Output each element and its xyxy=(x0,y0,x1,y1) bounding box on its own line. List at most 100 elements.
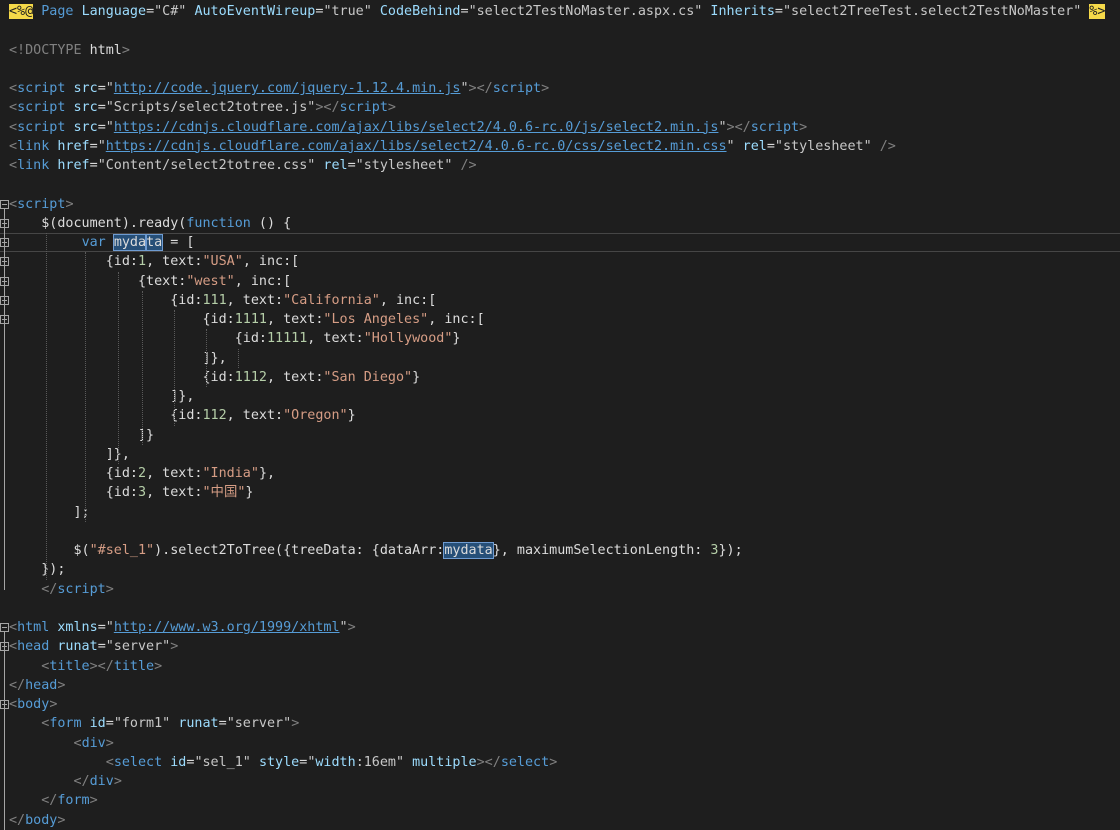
code-token: ]} xyxy=(9,427,155,443)
code-line[interactable]: {id:2, text:"India"}, xyxy=(0,464,1120,483)
code-line[interactable]: <form id="form1" runat="server"> xyxy=(0,714,1120,733)
code-token: > xyxy=(170,639,179,655)
code-line-text: ]; xyxy=(9,503,89,522)
code-token: "form1" xyxy=(113,716,171,732)
code-line[interactable]: </div> xyxy=(0,772,1120,791)
indent-guide xyxy=(238,348,240,368)
code-line[interactable]: {id:1112, text:"San Diego"} xyxy=(0,368,1120,387)
code-token: = xyxy=(97,81,106,96)
code-line[interactable]: var mydata = [ xyxy=(0,233,1120,253)
code-token: select xyxy=(500,754,550,770)
code-token: , text: xyxy=(226,292,284,308)
code-line[interactable]: $(document).ready(function () { xyxy=(0,214,1120,233)
code-line[interactable]: {id:112, text:"Oregon"} xyxy=(0,406,1120,425)
code-line[interactable]: <html xmlns="http://www.w3.org/1999/xhtm… xyxy=(0,618,1120,637)
code-token: body xyxy=(17,697,50,712)
code-token: , text: xyxy=(307,331,364,347)
code-token: href xyxy=(57,158,90,173)
code-line-text: {id:11111, text:"Hollywood"} xyxy=(9,329,461,348)
code-token: = xyxy=(146,4,155,19)
code-line[interactable]: ]}, xyxy=(0,387,1120,406)
code-line[interactable]: <link href="https://cdnjs.cloudflare.com… xyxy=(0,137,1120,156)
code-line[interactable]: {id:3, text:"中国"} xyxy=(0,483,1120,502)
code-token: < xyxy=(9,158,18,173)
code-line[interactable]: {id:1111, text:"Los Angeles", inc:[ xyxy=(0,310,1120,329)
code-line-text: <%@ Page Language="C#" AutoEventWireup="… xyxy=(9,2,1106,21)
code-line[interactable]: <select id="sel_1" style="width:16em" mu… xyxy=(0,753,1120,772)
code-token: "server" xyxy=(226,716,292,732)
code-line-text: <form id="form1" runat="server"> xyxy=(9,714,299,733)
code-token: < xyxy=(9,81,18,96)
code-line[interactable]: $("#sel_1").select2ToTree({treeData: {da… xyxy=(0,541,1120,560)
code-line[interactable]: </head> xyxy=(0,676,1120,695)
code-line-text: var mydata = [ xyxy=(9,234,194,251)
collapse-icon[interactable] xyxy=(0,199,9,209)
code-line[interactable]: ]}, xyxy=(0,349,1120,368)
code-line[interactable]: <head runat="server"> xyxy=(0,637,1120,656)
indent-guide xyxy=(117,271,119,464)
code-token: form xyxy=(49,716,82,732)
code-token: > xyxy=(113,774,122,789)
code-line-text: <script src="https://cdnjs.cloudflare.co… xyxy=(9,118,807,137)
code-token: ></ xyxy=(726,119,751,135)
code-token: CodeBehind xyxy=(379,4,461,19)
code-token: 3 xyxy=(138,485,147,501)
code-line[interactable]: {text:"west", inc:[ xyxy=(0,272,1120,291)
collapse-icon[interactable] xyxy=(0,623,9,632)
code-line[interactable]: <link href="Content/select2totree.css" r… xyxy=(0,156,1120,175)
code-token: div xyxy=(89,774,114,789)
code-line[interactable]: ]} xyxy=(0,426,1120,445)
highlighted-symbol: myda xyxy=(112,234,148,251)
code-line[interactable]: <script src="Scripts/select2totree.js"><… xyxy=(0,98,1120,117)
code-token: , text: xyxy=(146,466,203,481)
code-line[interactable]: <!DOCTYPE html> xyxy=(0,41,1120,60)
code-token: < xyxy=(9,138,18,154)
code-token: ]}, xyxy=(9,446,130,462)
code-line[interactable] xyxy=(0,21,1120,40)
code-line[interactable]: </body> xyxy=(0,811,1120,830)
code-line[interactable]: }); xyxy=(0,560,1120,579)
code-line[interactable]: </form> xyxy=(0,791,1120,810)
code-token: 112 xyxy=(202,408,227,424)
code-line[interactable]: <script> xyxy=(0,195,1120,214)
code-token: > xyxy=(65,196,74,212)
code-line[interactable]: {id:11111, text:"Hollywood"} xyxy=(0,329,1120,348)
code-token: "Scripts/select2totree.js" xyxy=(105,100,316,116)
code-line[interactable]: {id:1, text:"USA", inc:[ xyxy=(0,252,1120,271)
code-token: < xyxy=(9,196,18,212)
code-line[interactable]: <div> xyxy=(0,734,1120,753)
code-line-text: ]}, xyxy=(9,445,130,464)
code-line[interactable] xyxy=(0,522,1120,541)
code-line[interactable]: ]; xyxy=(0,503,1120,522)
code-token: < xyxy=(73,735,82,751)
code-line[interactable]: ]}, xyxy=(0,445,1120,464)
code-token: {text: xyxy=(9,273,187,289)
code-line[interactable]: <title></title> xyxy=(0,657,1120,676)
code-line[interactable]: <body> xyxy=(0,695,1120,714)
code-token: , text: xyxy=(146,485,203,501)
code-line[interactable]: </script> xyxy=(0,580,1120,599)
code-token: , text: xyxy=(226,408,284,424)
code-line[interactable]: {id:111, text:"California", inc:[ xyxy=(0,291,1120,310)
code-line[interactable]: <script src="http://code.jquery.com/jque… xyxy=(0,79,1120,98)
code-line-text: {id:1, text:"USA", inc:[ xyxy=(9,252,300,271)
code-line[interactable] xyxy=(0,175,1120,194)
code-line-text: {text:"west", inc:[ xyxy=(9,272,291,291)
code-line[interactable]: <%@ Page Language="C#" AutoEventWireup="… xyxy=(0,2,1120,21)
code-line[interactable] xyxy=(0,60,1120,79)
code-token: "Content/select2totree.css" xyxy=(97,158,316,173)
highlighted-symbol: mydata xyxy=(443,542,494,559)
code-line-text: }); xyxy=(9,560,65,579)
code-editor[interactable]: <%@ Page Language="C#" AutoEventWireup="… xyxy=(0,0,1120,830)
code-line[interactable] xyxy=(0,599,1120,618)
code-token: runat xyxy=(178,716,219,732)
code-line-text: <script> xyxy=(9,195,74,214)
code-token: id xyxy=(89,716,106,732)
code-line[interactable]: <script src="https://cdnjs.cloudflare.co… xyxy=(0,118,1120,137)
